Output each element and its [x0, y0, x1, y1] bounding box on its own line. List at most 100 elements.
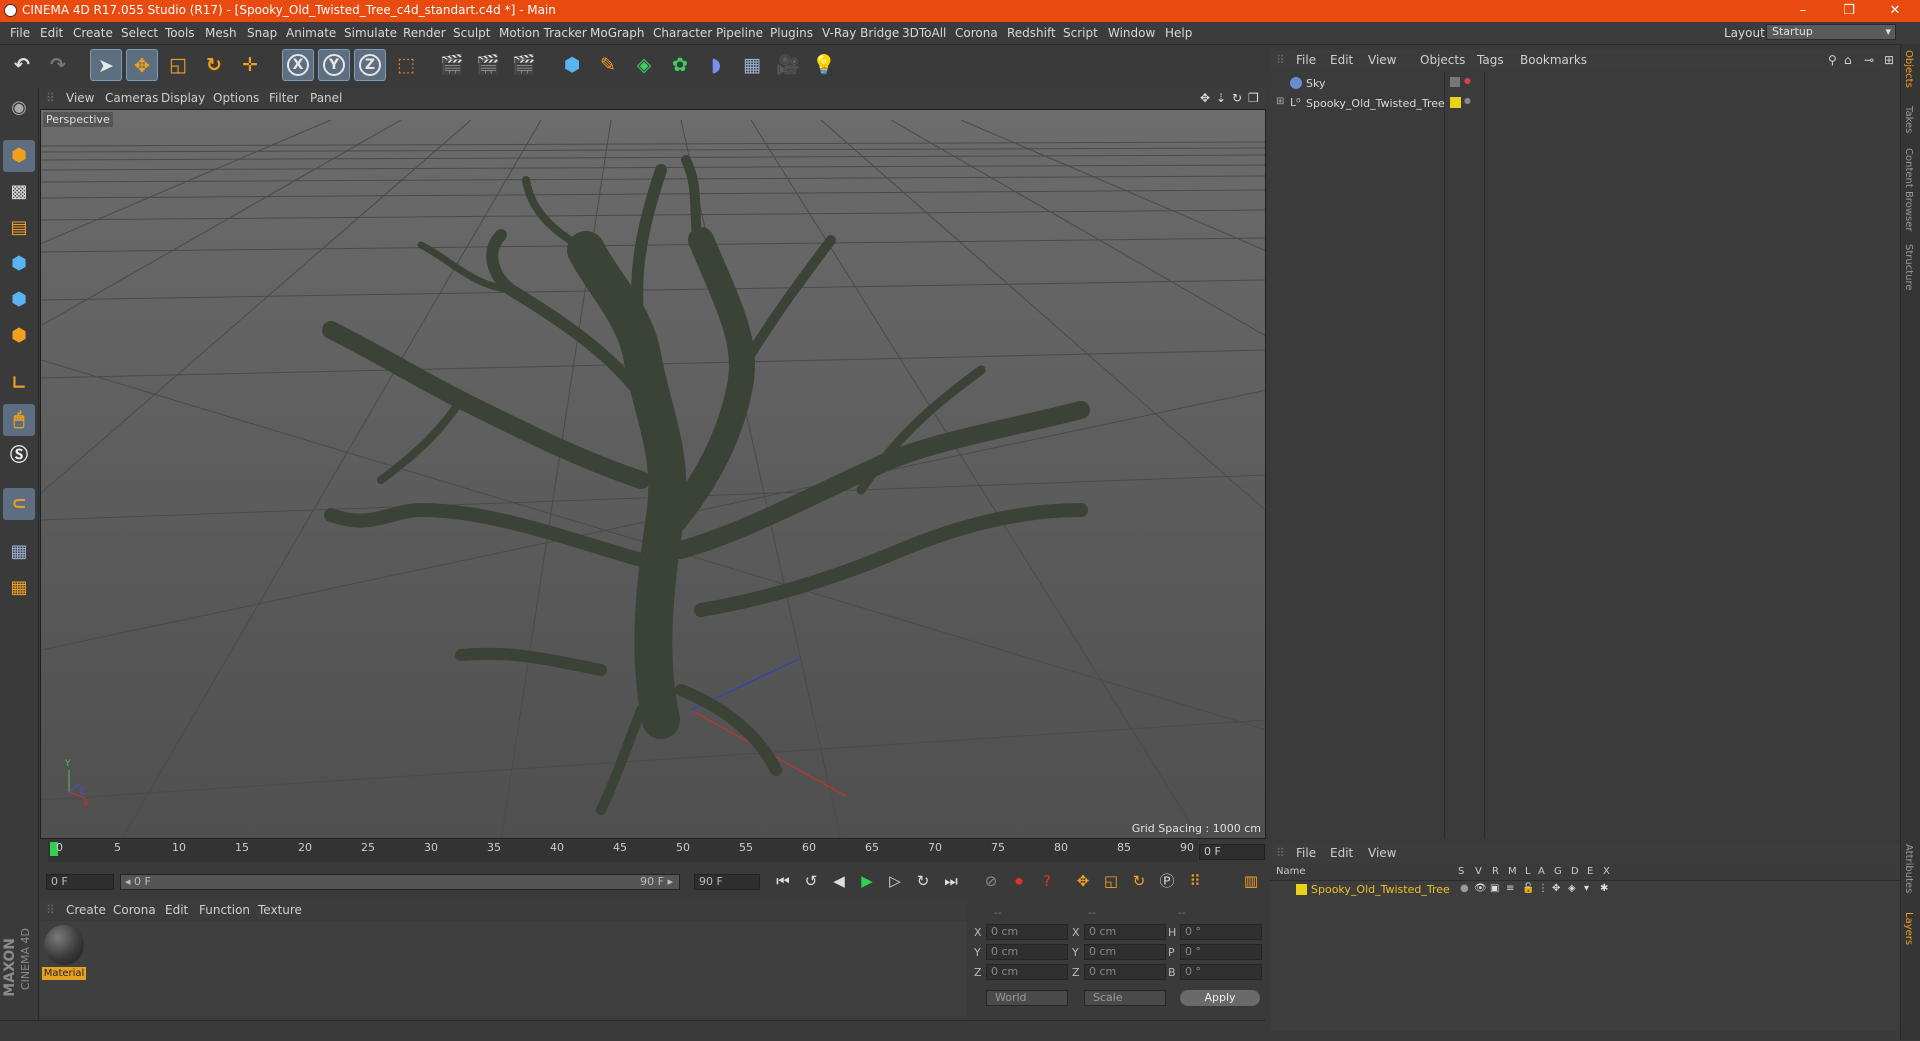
restore-button[interactable]: ❐	[1828, 0, 1870, 22]
menu-vray-bridge[interactable]: V-Ray Bridge	[822, 26, 899, 40]
autokey-button[interactable]: ⏺	[1008, 870, 1030, 892]
vp-menu-view[interactable]: View	[66, 91, 94, 105]
vp-menu-filter[interactable]: Filter	[269, 91, 299, 105]
points-mode-button[interactable]: ⬢	[3, 248, 35, 280]
visibility-dots-icon[interactable]: ●	[1464, 96, 1471, 105]
layer-color-swatch[interactable]	[1450, 97, 1461, 108]
solo-toggle-icon[interactable]: ●	[1460, 883, 1469, 894]
menu-3dtoall[interactable]: 3DToAll	[902, 26, 946, 40]
timeline-ruler[interactable]: 0 5 10 15 20 25 30 35 40 45 50 55 60 65 …	[48, 840, 1198, 862]
pan-view-icon[interactable]: ✥	[1200, 91, 1210, 105]
redo-button[interactable]: ↷	[42, 49, 74, 81]
record-keys-button[interactable]: ⊘	[980, 870, 1002, 892]
xref-toggle-icon[interactable]: ✱	[1600, 883, 1608, 894]
vp-menu-options[interactable]: Options	[213, 91, 259, 105]
axis-mode-button[interactable]: ∟	[3, 368, 35, 400]
menu-mesh[interactable]: Mesh	[205, 26, 237, 40]
generator-toggle-icon[interactable]: ✥	[1552, 883, 1560, 894]
mat-menu-texture[interactable]: Texture	[258, 903, 302, 917]
menu-mograph[interactable]: MoGraph	[590, 26, 645, 40]
next-key-button[interactable]: ↻	[912, 870, 934, 892]
tag-icon[interactable]	[1450, 77, 1460, 87]
y-axis-button[interactable]: Y	[318, 49, 350, 81]
grid-rotate-button[interactable]: ▦	[3, 572, 35, 604]
obj-menu-tags[interactable]: Tags	[1477, 53, 1504, 67]
key-scale-button[interactable]: ◱	[1100, 870, 1122, 892]
menu-tools[interactable]: Tools	[165, 26, 195, 40]
object-row-sky[interactable]: Sky ●	[1270, 75, 1900, 93]
material-item[interactable]: Material	[42, 925, 86, 983]
size-mode-select[interactable]: Scale	[1084, 990, 1166, 1006]
model-mode-button[interactable]: ⬢	[3, 140, 35, 172]
previous-key-button[interactable]: ↺	[800, 870, 822, 892]
tab-content-browser[interactable]: Content Browser	[1903, 148, 1914, 231]
expand-icon[interactable]: ⊞	[1884, 53, 1894, 67]
texture-mode-button[interactable]: ▩	[3, 176, 35, 208]
render-picture-viewer-button[interactable]: 🎬	[472, 49, 504, 81]
rotate-view-icon[interactable]: ↻	[1232, 91, 1242, 105]
tab-structure[interactable]: Structure	[1903, 244, 1914, 291]
z-axis-button[interactable]: Z	[354, 49, 386, 81]
tab-takes[interactable]: Takes	[1903, 106, 1914, 133]
menu-edit[interactable]: Edit	[40, 26, 63, 40]
light-button[interactable]: 💡	[808, 49, 840, 81]
vp-menu-display[interactable]: Display	[161, 91, 205, 105]
tab-layers[interactable]: Layers	[1903, 912, 1914, 945]
animation-toggle-icon[interactable]: ⋮	[1538, 883, 1548, 894]
menu-help[interactable]: Help	[1165, 26, 1192, 40]
rotation-b-field[interactable]: 0 °	[1180, 964, 1262, 980]
lock-toggle-icon[interactable]: 🔓	[1522, 883, 1534, 894]
perspective-viewport[interactable]: Y X Z Perspective Grid Spacing : 1000 cm	[40, 109, 1266, 839]
link-icon[interactable]: ⊸	[1864, 53, 1874, 67]
layer-menu-view[interactable]: View	[1368, 846, 1396, 860]
layer-name[interactable]: Spooky_Old_Twisted_Tree	[1311, 883, 1450, 896]
coordinate-mode-select[interactable]: World	[986, 990, 1068, 1006]
spooky-tree-model[interactable]	[322, 155, 1090, 815]
menu-simulate[interactable]: Simulate	[344, 26, 397, 40]
expression-toggle-icon[interactable]: ▾	[1584, 883, 1589, 894]
close-button[interactable]: ✕	[1874, 0, 1916, 22]
menu-animate[interactable]: Animate	[286, 26, 336, 40]
live-select-button[interactable]: ✛	[234, 49, 266, 81]
tab-objects[interactable]: Objects	[1903, 50, 1914, 88]
render-view-button[interactable]: 🎬	[436, 49, 468, 81]
render-toggle-icon[interactable]: ▣	[1490, 883, 1499, 894]
mat-menu-create[interactable]: Create	[66, 903, 106, 917]
key-position-button[interactable]: ✥	[1072, 870, 1094, 892]
menu-create[interactable]: Create	[73, 26, 113, 40]
size-x-field[interactable]: 0 cm	[1084, 924, 1166, 940]
rotation-p-field[interactable]: 0 °	[1180, 944, 1262, 960]
menu-file[interactable]: File	[10, 26, 30, 40]
obj-menu-file[interactable]: File	[1296, 53, 1316, 67]
expand-toggle-icon[interactable]: ⊞	[1276, 96, 1284, 107]
menu-pipeline[interactable]: Pipeline	[716, 26, 763, 40]
go-to-start-button[interactable]: ⏮	[772, 870, 794, 892]
menu-character[interactable]: Character	[653, 26, 712, 40]
move-tool-button[interactable]: ✥	[126, 49, 158, 81]
menu-motion-tracker[interactable]: Motion Tracker	[499, 26, 587, 40]
current-frame-field[interactable]: 0 F	[1199, 844, 1265, 860]
position-x-field[interactable]: 0 cm	[986, 924, 1068, 940]
workplane-button[interactable]: ▤	[3, 212, 35, 244]
vp-menu-panel[interactable]: Panel	[310, 91, 342, 105]
maximize-view-icon[interactable]: ❐	[1248, 91, 1259, 105]
object-row-spooky-tree[interactable]: ⊞ L⁰ Spooky_Old_Twisted_Tree ●	[1270, 95, 1900, 113]
mat-menu-corona[interactable]: Corona	[113, 903, 156, 917]
frame-range-slider[interactable]: ◂ 0 F 90 F ▸	[120, 874, 680, 890]
manager-toggle-icon[interactable]: ≡	[1506, 883, 1514, 894]
obj-menu-view[interactable]: View	[1368, 53, 1396, 67]
keyframe-selection-button[interactable]: ?	[1036, 870, 1058, 892]
polygons-mode-button[interactable]: ⬢	[3, 320, 35, 352]
x-axis-button[interactable]: X	[282, 49, 314, 81]
render-settings-button[interactable]: 🎬	[508, 49, 540, 81]
magnet-button[interactable]: ⊂	[3, 488, 35, 520]
cloner-button[interactable]: ✿	[664, 49, 696, 81]
menu-corona[interactable]: Corona	[955, 26, 998, 40]
edges-mode-button[interactable]: ⬢	[3, 284, 35, 316]
menu-redshift[interactable]: Redshift	[1007, 26, 1056, 40]
undo-button[interactable]: ↶	[6, 49, 38, 81]
next-frame-button[interactable]: ▷	[884, 870, 906, 892]
rotate-tool-button[interactable]: ↻	[198, 49, 230, 81]
start-frame-field[interactable]: 0 F	[46, 874, 114, 890]
size-z-field[interactable]: 0 cm	[1084, 964, 1166, 980]
